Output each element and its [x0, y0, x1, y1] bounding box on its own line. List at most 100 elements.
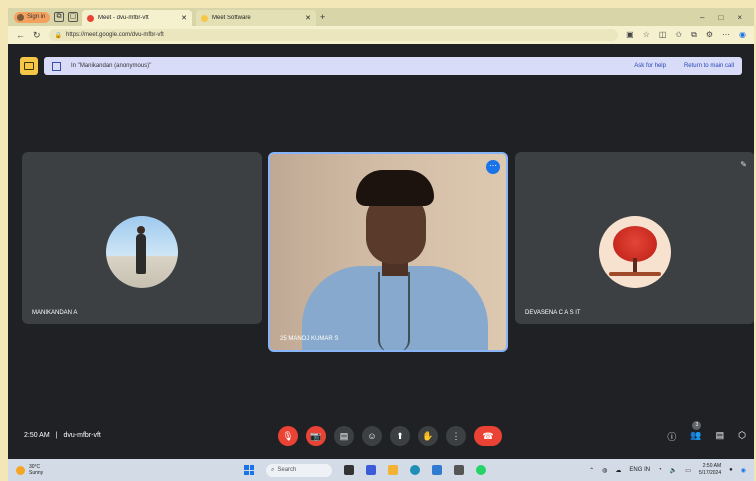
favorite-icon[interactable]: ☆ [643, 30, 650, 40]
close-tab-icon[interactable]: ✕ [181, 14, 187, 22]
url-text: https://meet.google.com/dvu-mfbr-vft [66, 32, 164, 38]
mic-off-icon[interactable]: 🎙 [278, 426, 298, 446]
language-indicator[interactable]: ENG IN [629, 467, 650, 473]
presentation-icon[interactable] [20, 57, 38, 75]
participant-tile-active[interactable]: ⋯ 25 MANOJ KUMAR S [268, 152, 508, 352]
close-tab-icon[interactable]: ✕ [305, 14, 311, 22]
window-controls: – □ × [700, 13, 748, 22]
avatar-head [137, 226, 145, 234]
leave-call-icon[interactable]: ☎ [474, 426, 502, 446]
collections-icon[interactable]: ⧉ [691, 30, 697, 40]
present-icon[interactable]: ⬆ [390, 426, 410, 446]
call-controls: 🎙 📷 ▤ ☺ ⬆ ✋ ⋮ ☎ [278, 426, 502, 446]
copilot-icon[interactable]: ◉ [739, 30, 746, 40]
screen: Sign in ⧉ ▢ Meet - dvu-mfbr-vft ✕ Meet S… [8, 8, 754, 481]
more-icon[interactable]: ⋯ [722, 30, 730, 40]
workspaces-icon[interactable]: ⧉ [54, 12, 64, 22]
participant-name: DEVASENA C A S IT [525, 310, 581, 316]
tab-title: Meet Software [212, 15, 251, 21]
camera-video: ⋯ [270, 154, 506, 350]
file-explorer-icon[interactable] [388, 465, 398, 475]
app-icon[interactable] [454, 465, 464, 475]
side-controls: ⓘ 👥 3 ▤ ⬡ [667, 421, 746, 443]
new-tab-button[interactable]: + [320, 12, 325, 22]
pin-icon[interactable]: ✎ [740, 160, 747, 169]
task-view-icon[interactable] [344, 465, 354, 475]
notification-icon[interactable]: ● [729, 467, 733, 473]
tab-favicon-icon [201, 14, 208, 22]
meet-footer: 2:50 AM | dvu-mfbr-vft 🎙 📷 ▤ ☺ ⬆ ✋ ⋮ ☎ ⓘ… [8, 421, 754, 448]
tray-app-icon[interactable]: ◍ [602, 467, 607, 474]
clock-time: 2:50 AM [702, 463, 722, 469]
minimize-button[interactable]: – [700, 13, 704, 22]
windows-start-icon[interactable] [244, 465, 254, 475]
participant-name: MANIKANDAN A [32, 310, 78, 316]
taskbar-apps: ⌕ Search [244, 463, 486, 477]
avatar [106, 216, 178, 288]
video-hair [356, 170, 434, 206]
clock-date: 5/17/2024 [698, 470, 722, 476]
whatsapp-icon[interactable] [476, 465, 486, 475]
camera-permission-icon[interactable]: ▣ [626, 30, 634, 40]
meeting-code: dvu-mfbr-vft [63, 432, 101, 439]
participant-name: 25 MANOJ KUMAR S [280, 336, 339, 342]
clock[interactable]: 2:50 AM 5/17/2024 [699, 463, 721, 477]
participant-tile[interactable]: ✎ DEVASENA C A S IT [515, 152, 754, 324]
avatar [599, 216, 671, 288]
participant-count: 3 [692, 421, 702, 430]
system-tray: ⌃ ◍ ☁ ENG IN ◔ 🔈 ▭ 2:50 AM 5/17/2024 ● ◉ [589, 463, 746, 477]
activities-icon[interactable]: ⬡ [738, 430, 746, 443]
meeting-info: 2:50 AM | dvu-mfbr-vft [24, 432, 101, 439]
people-icon[interactable]: 👥 3 [690, 421, 702, 443]
video-lanyard [378, 272, 410, 350]
search-placeholder: Search [277, 467, 297, 473]
tab-actions-icon[interactable]: ▢ [68, 12, 78, 22]
reload-icon[interactable]: ↻ [33, 30, 41, 41]
lock-icon: 🔒 [54, 32, 63, 39]
return-main-link[interactable]: Return to main call [684, 63, 734, 69]
weather-widget[interactable]: 30°C Sunny [16, 464, 196, 476]
extensions-icon[interactable]: ⚙ [706, 30, 713, 40]
store-icon[interactable] [432, 465, 442, 475]
taskbar: 30°C Sunny ⌕ Search ⌃ ◍ ☁ ENG IN ◔ 🔈 ▭ 2… [8, 459, 754, 481]
battery-icon[interactable]: ▭ [685, 467, 691, 474]
captions-icon[interactable]: ▤ [334, 426, 354, 446]
chat-icon[interactable]: ▤ [716, 430, 725, 443]
chevron-up-icon[interactable]: ⌃ [589, 467, 594, 474]
volume-icon[interactable]: 🔈 [670, 467, 677, 474]
tree-canopy [613, 226, 657, 262]
room-icon [52, 61, 61, 71]
raise-hand-icon[interactable]: ✋ [418, 426, 438, 446]
split-screen-icon[interactable]: ◫ [659, 30, 667, 40]
favorites-icon[interactable]: ✩ [675, 30, 682, 40]
edge-icon[interactable] [410, 465, 420, 475]
url-field[interactable]: 🔒 https://meet.google.com/dvu-mfbr-vft [48, 29, 619, 41]
sun-icon [16, 465, 25, 475]
copilot-app-icon[interactable] [366, 465, 376, 475]
onedrive-icon[interactable]: ☁ [615, 467, 621, 474]
tab-software[interactable]: Meet Software ✕ [196, 10, 316, 26]
emoji-icon[interactable]: ☺ [362, 426, 382, 446]
weather-desc: Sunny [29, 470, 44, 476]
ask-help-link[interactable]: Ask for help [634, 63, 666, 69]
profile-button[interactable]: Sign in [14, 11, 50, 23]
back-icon[interactable]: ← [16, 30, 25, 40]
browser-tab-bar: Sign in ⧉ ▢ Meet - dvu-mfbr-vft ✕ Meet S… [8, 8, 754, 26]
meet-banner: In "Manikandan (anonymous)" Ask for help… [20, 57, 742, 75]
maximize-button[interactable]: □ [718, 13, 723, 22]
participant-tile[interactable]: MANIKANDAN A [22, 152, 262, 324]
tile-more-icon[interactable]: ⋯ [486, 160, 500, 174]
breakout-banner: In "Manikandan (anonymous)" Ask for help… [44, 57, 742, 75]
info-icon[interactable]: ⓘ [667, 430, 676, 443]
wifi-icon[interactable]: ◔ [658, 467, 662, 473]
tab-meet[interactable]: Meet - dvu-mfbr-vft ✕ [82, 10, 192, 26]
taskbar-search[interactable]: ⌕ Search [266, 463, 332, 477]
address-bar-row: ← ↻ 🔒 https://meet.google.com/dvu-mfbr-v… [8, 26, 754, 44]
more-options-icon[interactable]: ⋮ [446, 426, 466, 446]
copilot-tray-icon[interactable]: ◉ [741, 467, 746, 474]
tree-ground [609, 272, 661, 276]
close-window-button[interactable]: × [737, 13, 742, 22]
search-icon: ⌕ [271, 466, 275, 473]
camera-off-icon[interactable]: 📷 [306, 426, 326, 446]
meet-favicon-icon [87, 14, 94, 22]
